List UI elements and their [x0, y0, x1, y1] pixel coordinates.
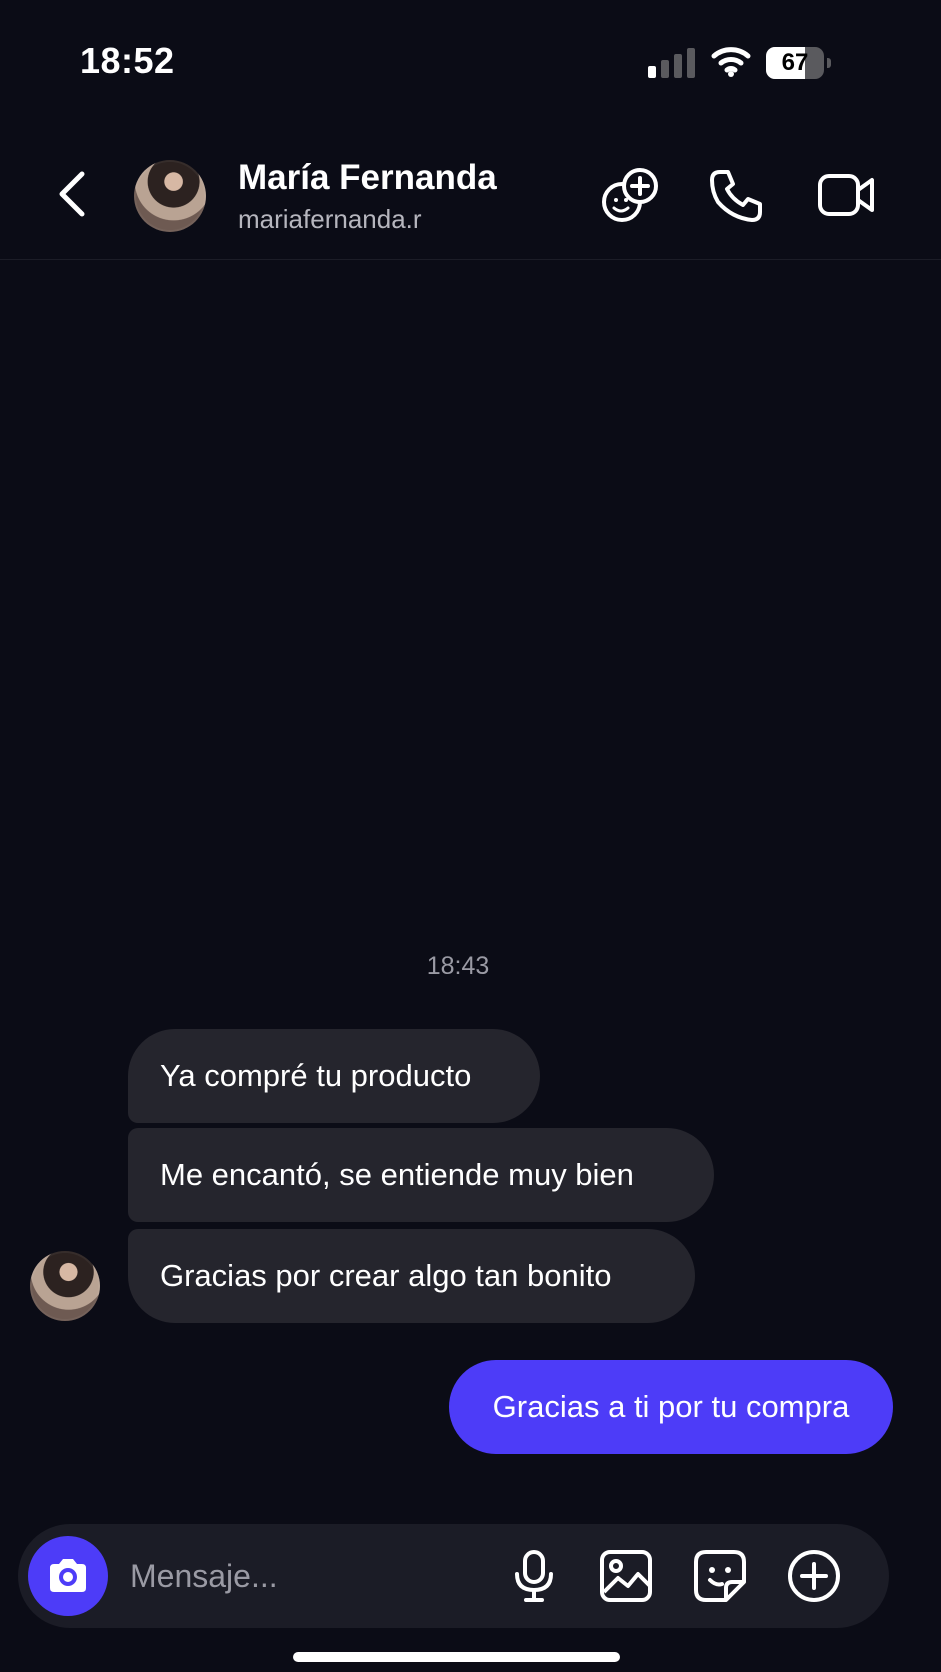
- contact-avatar[interactable]: [134, 160, 206, 232]
- received-message[interactable]: Ya compré tu producto: [128, 1029, 540, 1123]
- camera-icon: [50, 1559, 86, 1592]
- battery-percent: 67: [781, 49, 809, 76]
- add-people-icon[interactable]: [600, 164, 662, 226]
- received-message[interactable]: Gracias por crear algo tan bonito: [128, 1229, 695, 1323]
- contact-username[interactable]: mariafernanda.r: [238, 204, 422, 235]
- gallery-icon[interactable]: [598, 1548, 654, 1604]
- contact-name[interactable]: María Fernanda: [238, 158, 497, 198]
- phone-icon[interactable]: [706, 164, 768, 226]
- message-input[interactable]: [130, 1554, 460, 1598]
- microphone-icon[interactable]: [506, 1548, 562, 1604]
- sent-message[interactable]: Gracias a ti por tu compra: [449, 1360, 893, 1454]
- sticker-icon[interactable]: [692, 1548, 748, 1604]
- video-call-icon[interactable]: [816, 164, 878, 226]
- header-divider: [0, 259, 941, 260]
- back-chevron-icon[interactable]: [52, 168, 92, 220]
- message-composer: [18, 1524, 889, 1628]
- battery-icon: 67: [766, 47, 832, 79]
- received-message[interactable]: Me encantó, se entiende muy bien: [128, 1128, 714, 1222]
- plus-circle-icon[interactable]: [786, 1548, 842, 1604]
- home-indicator[interactable]: [293, 1652, 620, 1662]
- cellular-signal-icon: [648, 48, 695, 78]
- camera-button[interactable]: [28, 1536, 108, 1616]
- wifi-icon: [711, 47, 751, 77]
- message-timestamp: 18:43: [426, 952, 490, 980]
- sender-avatar[interactable]: [30, 1251, 100, 1321]
- status-time: 18:52: [80, 40, 175, 81]
